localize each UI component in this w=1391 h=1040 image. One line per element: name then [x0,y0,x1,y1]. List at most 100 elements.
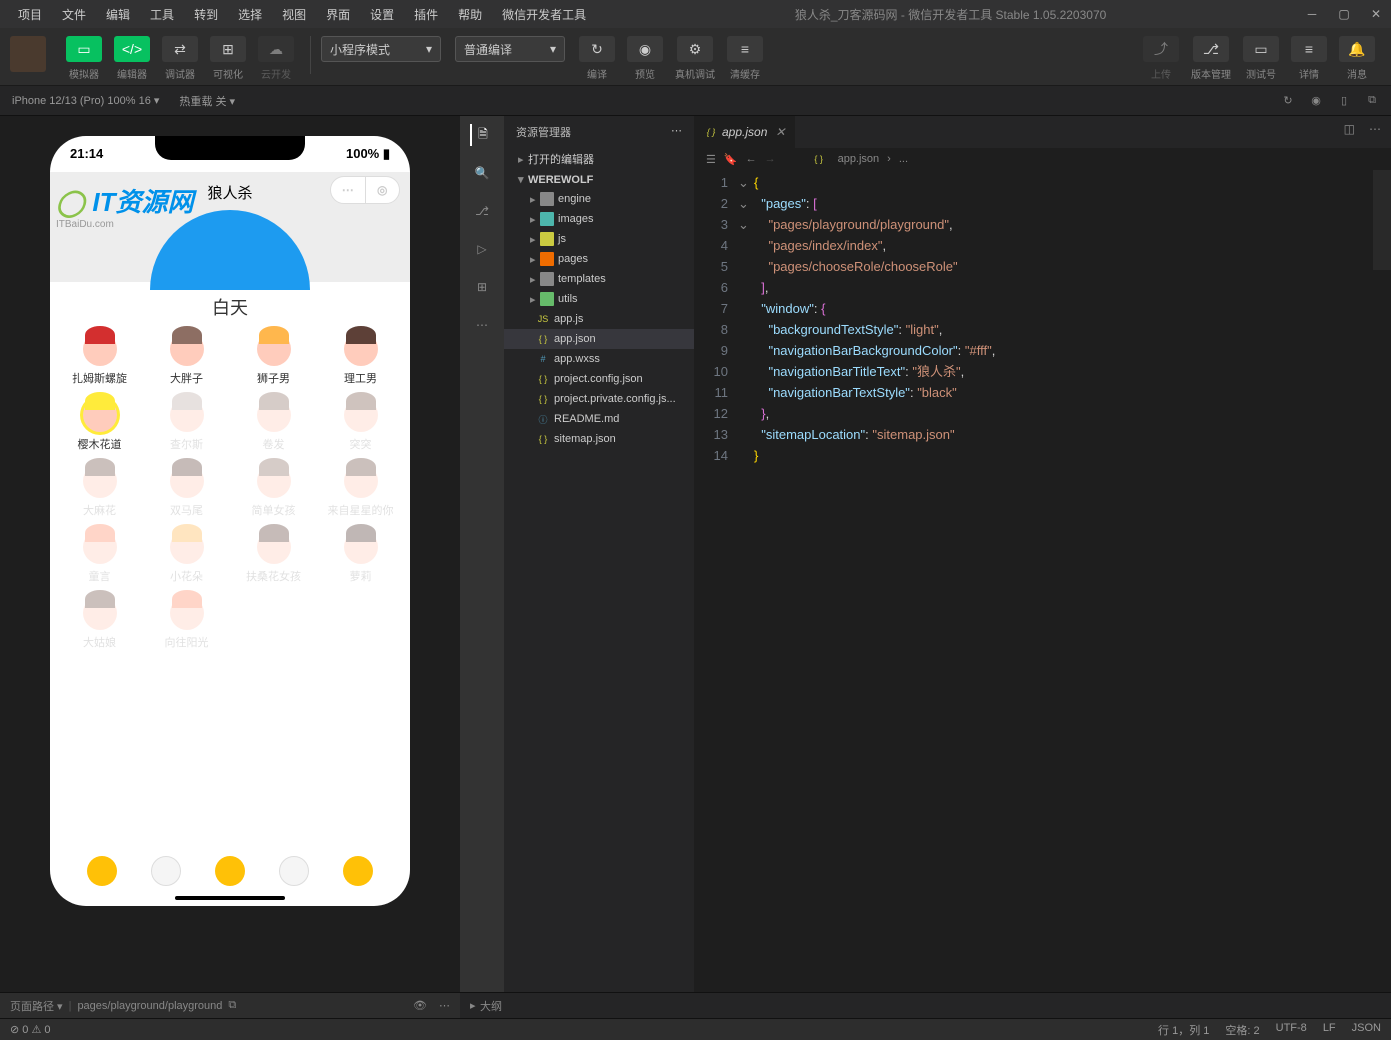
project-root[interactable]: ▾WEREWOLF [504,170,694,189]
problems-status[interactable]: ⊘ 0 ⚠ 0 [10,1023,50,1036]
file-project.private.config.js...[interactable]: { }project.private.config.js... [504,389,694,409]
menu-帮助[interactable]: 帮助 [448,2,492,27]
close-tab-icon[interactable]: ✕ [775,125,785,139]
notifications-button[interactable]: 🔔 [1339,36,1375,62]
compile-button[interactable]: ↻ [579,36,615,62]
editor-more-icon[interactable]: ⋯ [1369,122,1381,136]
close-button[interactable]: ✕ [1369,7,1383,21]
eye-icon[interactable]: 👁 [413,999,427,1012]
maximize-button[interactable]: ▢ [1337,7,1351,21]
popout-icon[interactable]: ⧉ [1365,94,1379,108]
file-project.config.json[interactable]: { }project.config.json [504,369,694,389]
role-樱木花道[interactable]: 樱木花道 [58,398,141,452]
git-icon[interactable]: ⎇ [471,200,493,222]
folder-images[interactable]: ▸images [504,209,694,229]
list-icon[interactable]: ☰ [706,153,716,166]
upload-button[interactable]: ⤴ [1143,36,1179,62]
file-sitemap.json[interactable]: { }sitemap.json [504,429,694,449]
debug-icon[interactable]: ▷ [471,238,493,260]
capsule-more-icon[interactable]: ⋯ [331,177,365,203]
device-selector[interactable]: iPhone 12/13 (Pro) 100% 16 ▾ [12,94,159,107]
refresh-icon[interactable]: ↻ [1281,94,1295,108]
encoding-status[interactable]: UTF-8 [1276,1022,1307,1038]
minimap[interactable] [1373,170,1391,1036]
role-突突[interactable]: 突突 [319,398,402,452]
role-卷发[interactable]: 卷发 [232,398,315,452]
role-扎姆斯螺旋[interactable]: 扎姆斯螺旋 [58,332,141,386]
copy-path-icon[interactable]: ⧉ [228,999,236,1012]
capsule-menu[interactable]: ⋯ ◎ [330,176,400,204]
role-向往阳光[interactable]: 向往阳光 [145,596,228,650]
visualizer-toggle[interactable]: ⊞ [210,36,246,62]
file-app.js[interactable]: JSapp.js [504,309,694,329]
breadcrumb[interactable]: ☰ 🔖 ← → { }app.json ›... [694,148,1391,170]
record-icon[interactable]: ◉ [1309,94,1323,108]
compile-mode-dropdown[interactable]: 普通编译▾ [455,36,565,62]
tab-app-json[interactable]: { } app.json ✕ [694,116,796,148]
cursor-position[interactable]: 行 1，列 1 [1158,1022,1209,1038]
language-status[interactable]: JSON [1352,1022,1381,1038]
role-双马尾[interactable]: 双马尾 [145,464,228,518]
role-大胖子[interactable]: 大胖子 [145,332,228,386]
role-狮子男[interactable]: 狮子男 [232,332,315,386]
open-editors-section[interactable]: ▸打开的编辑器 [504,148,694,170]
menu-项目[interactable]: 项目 [8,2,52,27]
remote-debug-button[interactable]: ⚙ [677,36,713,62]
role-来自星星的你[interactable]: 来自星星的你 [319,464,402,518]
menu-编辑[interactable]: 编辑 [96,2,140,27]
debugger-toggle[interactable]: ⇄ [162,36,198,62]
role-小花朵[interactable]: 小花朵 [145,530,228,584]
folder-js[interactable]: ▸js [504,229,694,249]
menu-选择[interactable]: 选择 [228,2,272,27]
path-more-icon[interactable]: ⋯ [439,999,450,1012]
hot-reload-toggle[interactable]: 热重载 关 ▾ [179,93,235,109]
details-button[interactable]: ≡ [1291,36,1327,62]
nav-back-icon[interactable]: ← [746,153,757,165]
capsule-close-icon[interactable]: ◎ [366,177,400,203]
code-area[interactable]: 1234567891011121314 ⌄⌄⌄ { "pages": [ "pa… [694,170,1391,1036]
version-mgmt-button[interactable]: ⎇ [1193,36,1229,62]
editor-toggle[interactable]: </> [114,36,150,62]
search-icon[interactable]: 🔍 [471,162,493,184]
file-app.json[interactable]: { }app.json [504,329,694,349]
test-account-button[interactable]: ▭ [1243,36,1279,62]
more-icon[interactable]: ⋯ [471,314,493,336]
explorer-more-icon[interactable]: ⋯ [671,124,682,140]
menu-插件[interactable]: 插件 [404,2,448,27]
eol-status[interactable]: LF [1323,1022,1336,1038]
menu-文件[interactable]: 文件 [52,2,96,27]
nav-forward-icon[interactable]: → [765,153,776,165]
device-icon[interactable]: ▯ [1337,94,1351,108]
indent-status[interactable]: 空格: 2 [1225,1022,1259,1038]
cloud-dev-button[interactable]: ☁ [258,36,294,62]
role-萝莉[interactable]: 萝莉 [319,530,402,584]
split-editor-icon[interactable]: ◫ [1344,122,1355,136]
folder-utils[interactable]: ▸utils [504,289,694,309]
role-童言[interactable]: 童言 [58,530,141,584]
simulator-toggle[interactable]: ▭ [66,36,102,62]
user-avatar[interactable] [10,36,46,72]
bookmark-icon[interactable]: 🔖 [724,153,738,166]
minimize-button[interactable]: ─ [1305,7,1319,21]
menu-工具[interactable]: 工具 [140,2,184,27]
role-简单女孩[interactable]: 简单女孩 [232,464,315,518]
preview-button[interactable]: ◉ [627,36,663,62]
role-大姑娘[interactable]: 大姑娘 [58,596,141,650]
menu-视图[interactable]: 视图 [272,2,316,27]
role-扶桑花女孩[interactable]: 扶桑花女孩 [232,530,315,584]
file-app.wxss[interactable]: #app.wxss [504,349,694,369]
role-理工男[interactable]: 理工男 [319,332,402,386]
menu-转到[interactable]: 转到 [184,2,228,27]
program-mode-dropdown[interactable]: 小程序模式▾ [321,36,441,62]
menu-微信开发者工具[interactable]: 微信开发者工具 [492,2,596,27]
folder-pages[interactable]: ▸pages [504,249,694,269]
role-大麻花[interactable]: 大麻花 [58,464,141,518]
menu-界面[interactable]: 界面 [316,2,360,27]
folder-engine[interactable]: ▸engine [504,189,694,209]
clear-cache-button[interactable]: ≡ [727,36,763,62]
explorer-icon[interactable]: 🗎 [470,124,492,146]
folder-templates[interactable]: ▸templates [504,269,694,289]
role-查尔斯[interactable]: 查尔斯 [145,398,228,452]
menu-设置[interactable]: 设置 [360,2,404,27]
file-README.md[interactable]: ⓘREADME.md [504,409,694,429]
